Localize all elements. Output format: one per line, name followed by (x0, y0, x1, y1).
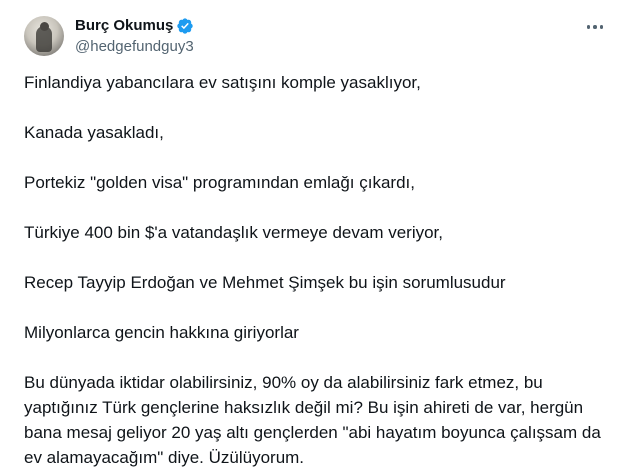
more-dot (599, 25, 604, 29)
author-display-name[interactable]: Burç Okumuş (75, 16, 173, 36)
avatar-head (40, 22, 49, 31)
author-info: Burç Okumuş @hedgefundguy3 (75, 16, 194, 57)
name-row: Burç Okumuş (75, 16, 194, 36)
verified-badge-icon[interactable] (176, 17, 194, 35)
more-dot (593, 25, 597, 29)
tweet-paragraph: Finlandiya yabancılara ev satışını kompl… (24, 73, 421, 92)
tweet-paragraph: Portekiz "golden visa" programından emla… (24, 173, 415, 192)
tweet-header: Burç Okumuş @hedgefundguy3 (24, 14, 610, 58)
author-handle[interactable]: @hedgefundguy3 (75, 37, 194, 57)
tweet-text: Finlandiya yabancılara ev satışını kompl… (24, 70, 610, 470)
tweet-paragraph: Bu dünyada iktidar olabilirsiniz, 90% oy… (24, 373, 601, 467)
tweet-paragraph: Milyonlarca gencin hakkına giriyorlar (24, 323, 299, 342)
tweet-card: Burç Okumuş @hedgefundguy3 Finlandiya ya… (0, 0, 634, 467)
tweet-paragraph: Recep Tayyip Erdoğan ve Mehmet Şimşek bu… (24, 273, 506, 292)
more-horizontal-icon[interactable] (582, 16, 608, 38)
tweet-paragraph: Kanada yasakladı, (24, 123, 164, 142)
avatar[interactable] (24, 16, 64, 56)
tweet-paragraph: Türkiye 400 bin $'a vatandaşlık vermeye … (24, 223, 443, 242)
more-dot (586, 25, 591, 29)
